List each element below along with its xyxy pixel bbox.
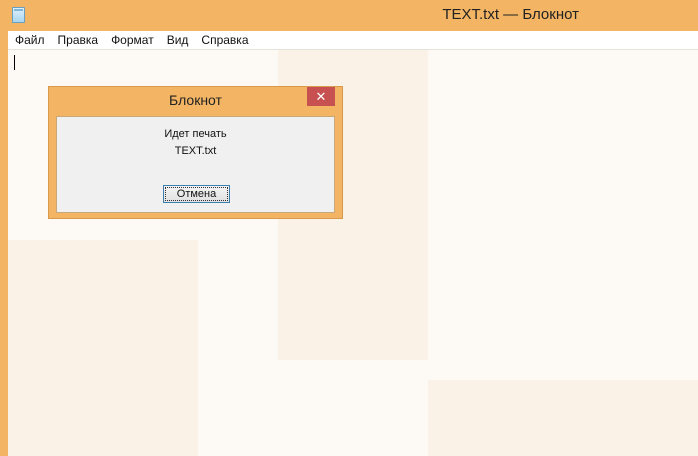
window-title: TEXT.txt — Блокнот xyxy=(442,6,579,23)
background-window-ghost xyxy=(8,240,198,456)
printing-message: Идет печать xyxy=(164,128,227,140)
text-caret xyxy=(14,55,15,70)
menu-edit[interactable]: Правка xyxy=(51,31,105,49)
printing-file-name: TEXT.txt xyxy=(174,145,217,157)
menu-file[interactable]: Файл xyxy=(8,31,51,49)
notepad-window: TEXT.txt — Блокнот Файл Правка Формат Ви… xyxy=(0,0,698,456)
menu-help[interactable]: Справка xyxy=(194,31,254,49)
close-icon[interactable]: ✕ xyxy=(307,87,335,106)
title-bar[interactable]: TEXT.txt — Блокнот xyxy=(0,0,698,31)
dialog-title: Блокнот xyxy=(169,92,222,108)
menu-format[interactable]: Формат xyxy=(104,31,160,49)
menu-view[interactable]: Вид xyxy=(160,31,195,49)
background-tile-ghost xyxy=(428,380,698,456)
dialog-body: Идет печать TEXT.txt Отмена xyxy=(56,116,335,213)
cancel-button[interactable]: Отмена xyxy=(163,185,230,203)
print-progress-dialog: Блокнот ✕ Идет печать TEXT.txt Отмена xyxy=(48,86,343,219)
menu-bar: Файл Правка Формат Вид Справка xyxy=(8,31,698,49)
